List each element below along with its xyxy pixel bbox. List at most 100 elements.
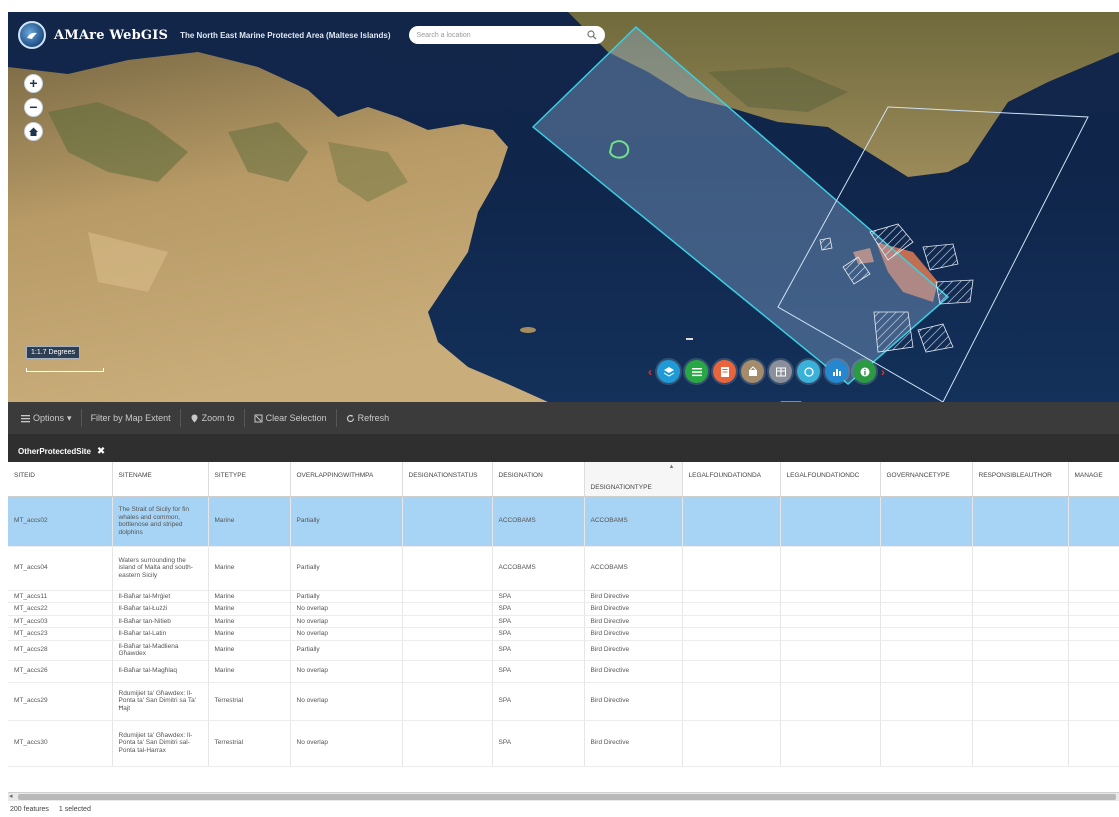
measure-widget-button[interactable] xyxy=(797,360,820,383)
table-cell xyxy=(682,640,781,661)
close-icon[interactable]: ✖ xyxy=(97,446,105,457)
table-row[interactable]: MT_accs29 Rdumijiet ta' Għawdex: Il-Ponta… xyxy=(8,682,1119,721)
column-header[interactable]: LEGALFOUNDATIONDC xyxy=(780,462,881,497)
app-title: AMAre WebGIS xyxy=(54,27,169,43)
attribute-table-toolbar: Options ▾ Filter by Map Extent Zoom to C… xyxy=(8,402,1119,434)
tab-other-protected-site[interactable]: OtherProtectedSite ✖ xyxy=(8,440,118,462)
table-cell xyxy=(1068,590,1119,603)
column-header[interactable]: DESIGNATION xyxy=(492,462,585,497)
list-widget-button[interactable] xyxy=(685,360,708,383)
column-header-label: SITENAME xyxy=(118,472,152,479)
table-cell xyxy=(780,720,881,767)
column-header-label: LEGALFOUNDATIONDC xyxy=(786,472,860,479)
table-cell: No overlap xyxy=(290,602,403,616)
options-button[interactable]: Options ▾ xyxy=(12,409,82,427)
table-row[interactable]: MT_accs30 Rdumijiet ta' Għawdex: Il-Ponta… xyxy=(8,720,1119,767)
table-row[interactable]: MT_accs26 Il-Baħar tal-Magħlaq Marine No ov… xyxy=(8,660,1119,683)
table-cell xyxy=(972,615,1069,628)
table-row[interactable]: MT_accs11 Il-Baħar tal-Mrġiet Marine Partia… xyxy=(8,590,1119,603)
scrollbar-thumb[interactable] xyxy=(18,794,1116,800)
dock-next-arrow[interactable]: › xyxy=(881,365,885,379)
location-search-input[interactable]: Search a location xyxy=(408,26,605,44)
scroll-left-arrow[interactable]: ◂ xyxy=(9,792,13,800)
table-cell: MT_accs28 xyxy=(8,640,113,661)
table-cell xyxy=(780,546,881,591)
satellite-basemap xyxy=(8,12,1119,402)
column-header-label: LEGALFOUNDATIONDA xyxy=(688,472,761,479)
table-cell xyxy=(682,660,781,683)
basemap-widget-button[interactable] xyxy=(741,360,764,383)
sort-ascending-icon: ▲ xyxy=(668,464,675,470)
table-widget-button[interactable] xyxy=(769,360,792,383)
options-label: Options xyxy=(33,413,65,423)
table-cell: Bird Directive xyxy=(584,590,683,603)
clear-selection-button[interactable]: Clear Selection xyxy=(245,409,337,427)
column-header[interactable]: SITENAME xyxy=(112,462,209,497)
info-widget-button[interactable] xyxy=(853,360,876,383)
dock-prev-arrow[interactable]: ‹ xyxy=(648,365,652,379)
table-cell: ACCOBAMS xyxy=(584,496,683,547)
home-button[interactable] xyxy=(24,122,43,141)
search-icon[interactable] xyxy=(586,30,597,40)
table-cell xyxy=(682,720,781,767)
app-subtitle: The North East Marine Protected Area (Ma… xyxy=(180,30,391,40)
table-cell xyxy=(682,546,781,591)
horizontal-scrollbar[interactable]: ◂ xyxy=(8,792,1119,801)
search-placeholder: Search a location xyxy=(416,31,471,39)
column-header[interactable]: ▲ DESIGNATIONTYPE xyxy=(584,462,683,497)
column-header[interactable]: LEGALFOUNDATIONDA xyxy=(682,462,781,497)
table-row[interactable]: MT_accs22 Il-Baħar tal-Łużżi Marine No over… xyxy=(8,602,1119,616)
table-cell xyxy=(972,640,1069,661)
zoom-out-button[interactable]: − xyxy=(24,98,43,117)
column-header[interactable]: SITETYPE xyxy=(208,462,291,497)
location-pin-icon xyxy=(191,414,198,422)
table-cell xyxy=(402,627,493,641)
map-view[interactable]: AMAre WebGIS The North East Marine Prote… xyxy=(8,12,1119,402)
table-cell: ACCOBAMS xyxy=(584,546,683,591)
column-header[interactable]: MANAGE xyxy=(1068,462,1119,497)
table-row[interactable]: MT_accs28 Il-Baħar tal-Madliena Għawdex Ma… xyxy=(8,640,1119,661)
filter-by-extent-button[interactable]: Filter by Map Extent xyxy=(82,409,181,427)
zoom-in-button[interactable]: + xyxy=(24,74,43,93)
column-header-label: DESIGNATIONSTATUS xyxy=(408,472,478,479)
app-header: AMAre WebGIS The North East Marine Prote… xyxy=(18,21,605,49)
table-row[interactable]: MT_accs04 Waters surrounding the island o… xyxy=(8,546,1119,591)
table-cell: Il-Baħar tan-Nitieb xyxy=(112,615,209,628)
column-header[interactable]: DESIGNATIONSTATUS xyxy=(402,462,493,497)
table-cell: Bird Directive xyxy=(584,627,683,641)
table-cell: Marine xyxy=(208,660,291,683)
layers-widget-button[interactable] xyxy=(657,360,680,383)
table-cell xyxy=(972,660,1069,683)
table-row[interactable]: MT_accs02 The Strait of Sicily for fin wh… xyxy=(8,496,1119,547)
table-cell xyxy=(880,546,973,591)
table-cell: Partially xyxy=(290,590,403,603)
table-cell xyxy=(880,627,973,641)
table-cell xyxy=(1068,720,1119,767)
table-cell xyxy=(1068,602,1119,616)
table-cell xyxy=(682,602,781,616)
table-row[interactable]: MT_accs23 Il-Baħar tal-Latin Marine No over… xyxy=(8,627,1119,641)
column-header[interactable]: OVERLAPPINGWITHMPA xyxy=(290,462,403,497)
column-header[interactable]: SITEID xyxy=(8,462,113,497)
column-header[interactable]: GOVERNANCETYPE xyxy=(880,462,973,497)
legend-widget-button[interactable] xyxy=(713,360,736,383)
table-cell xyxy=(402,720,493,767)
column-header[interactable]: RESPONSIBLEAUTHOR xyxy=(972,462,1069,497)
refresh-button[interactable]: Refresh xyxy=(337,409,399,427)
table-row[interactable]: MT_accs03 Il-Baħar tan-Nitieb Marine No ove… xyxy=(8,615,1119,628)
column-header-label: DESIGNATIONTYPE xyxy=(590,483,652,491)
table-cell xyxy=(1068,682,1119,721)
table-cell: Bird Directive xyxy=(584,615,683,628)
table-cell: Bird Directive xyxy=(584,602,683,616)
table-cell xyxy=(780,682,881,721)
basemap-icon xyxy=(748,365,757,376)
table-cell: MT_accs29 xyxy=(8,682,113,721)
table-cell xyxy=(880,682,973,721)
table-cell: Il-Baħar tal-Mrġiet xyxy=(112,590,209,603)
widget-dock: ‹ › xyxy=(648,360,885,383)
chart-widget-button[interactable] xyxy=(825,360,848,383)
scale-badge: 1:1.7 Degrees xyxy=(26,346,80,359)
table-cell: Partially xyxy=(290,546,403,591)
attribute-table: SITEID SITENAME SITETYPE OVERLAPPINGWITHMPA… xyxy=(8,462,1119,792)
zoom-to-button[interactable]: Zoom to xyxy=(181,409,245,427)
